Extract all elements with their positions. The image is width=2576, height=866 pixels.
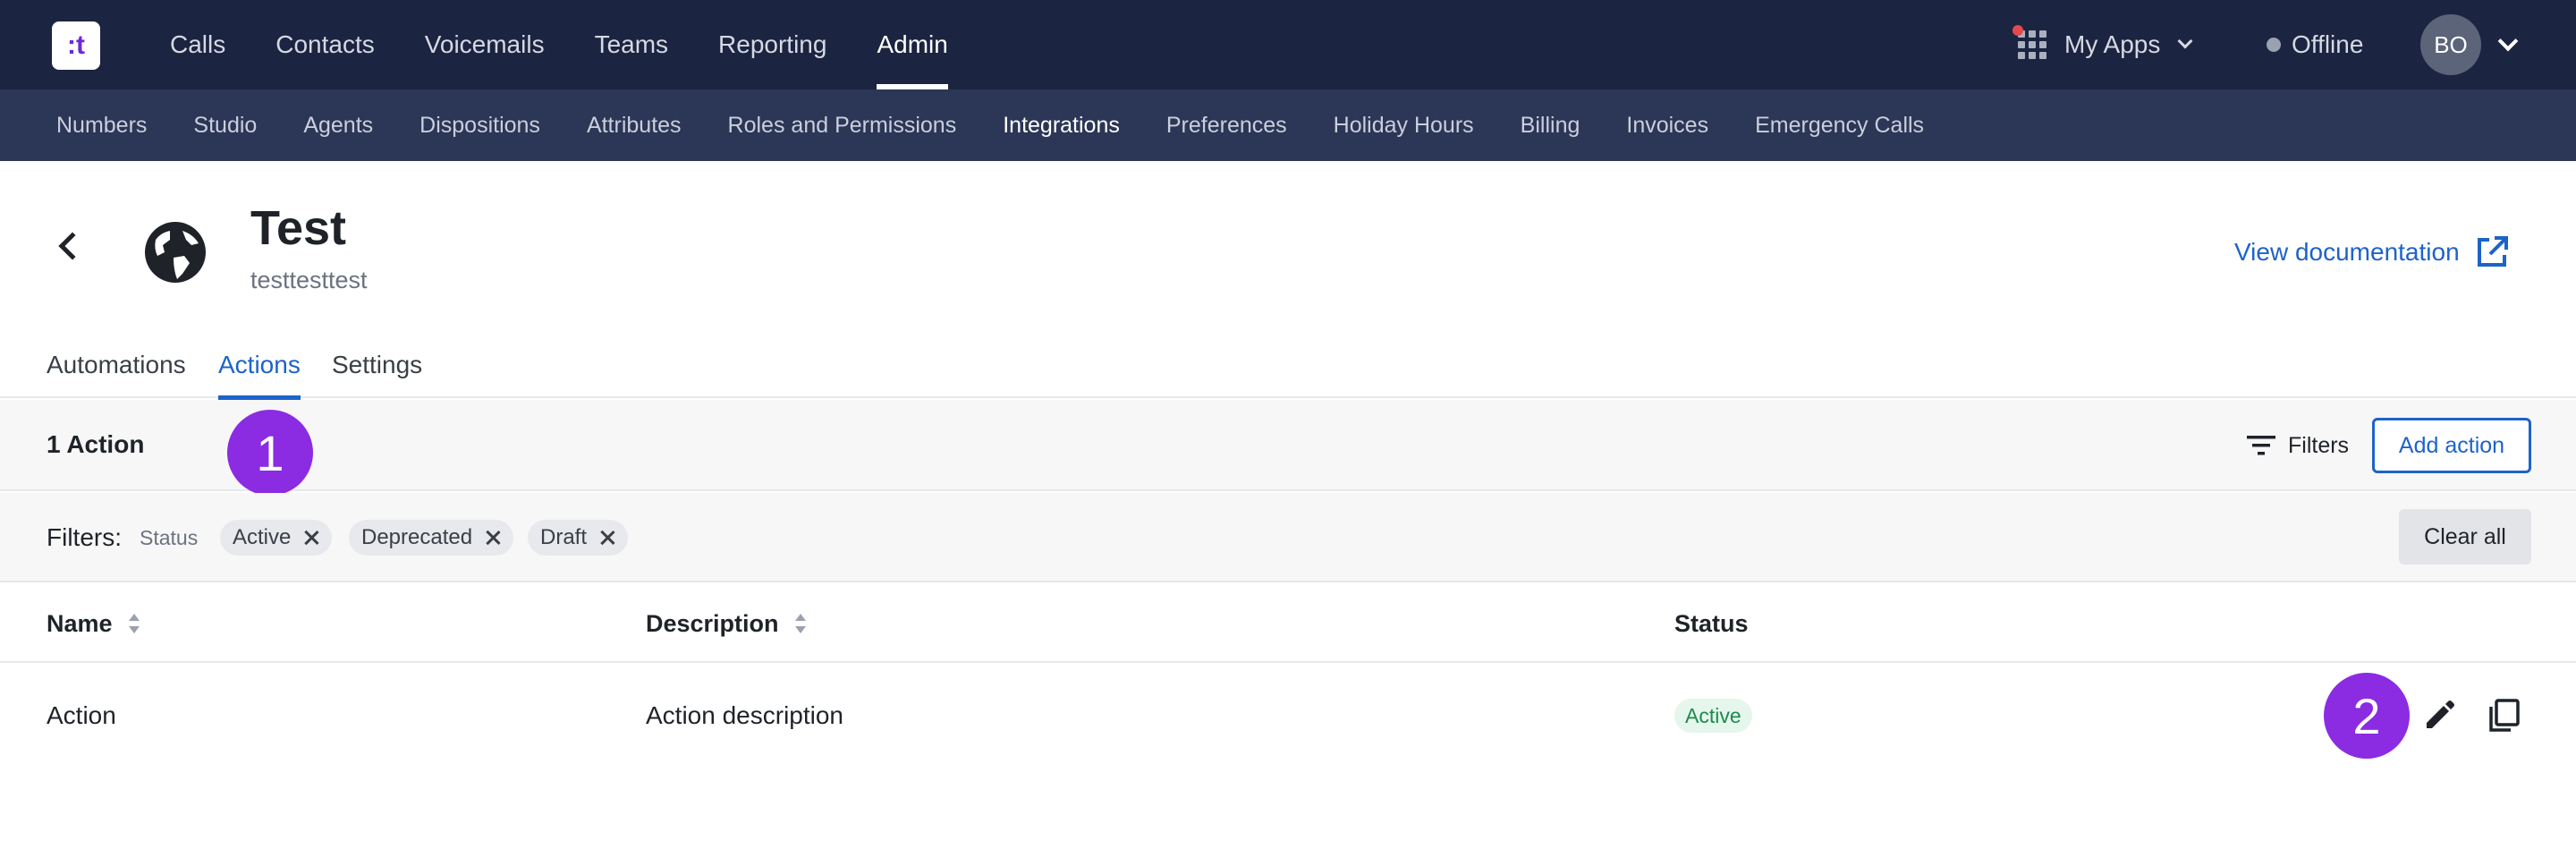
sub-nav-holiday-hours[interactable]: Holiday Hours [1310,89,1497,161]
table-header: Name Description Status [0,584,2576,663]
top-nav-voicemails[interactable]: Voicemails [400,0,570,89]
tab-bar: Automations Actions Settings [0,331,2576,400]
app-logo[interactable]: :t [52,21,100,70]
column-header-label: Description [646,609,779,637]
tab-automations[interactable]: Automations [47,331,186,398]
close-icon[interactable] [303,530,319,546]
column-header-label: Status [1674,609,1749,637]
top-nav-reporting[interactable]: Reporting [693,0,852,89]
cell-description: Action description [646,701,844,729]
top-nav-calls[interactable]: Calls [145,0,250,89]
filter-chip-deprecated[interactable]: Deprecated [349,520,514,556]
sub-nav-roles-permissions[interactable]: Roles and Permissions [705,89,980,161]
edit-pencil-icon[interactable] [2419,696,2459,735]
status-dot-icon [2267,38,2281,52]
sub-nav-studio[interactable]: Studio [170,89,280,161]
close-icon[interactable] [599,530,615,546]
view-documentation-label: View documentation [2234,238,2460,266]
notification-dot [2012,25,2023,36]
top-nav: Calls Contacts Voicemails Teams Reportin… [145,0,973,89]
apps-grid-icon [2012,25,2046,59]
top-nav-admin[interactable]: Admin [852,0,972,89]
view-documentation-link[interactable]: View documentation [2234,234,2510,270]
filter-chip-label: Deprecated [361,525,473,549]
globe-icon [145,222,206,283]
tab-settings[interactable]: Settings [332,331,422,398]
avatar[interactable]: BO [2420,14,2481,75]
close-icon[interactable] [485,530,501,546]
filter-group-label: Status [140,526,199,549]
page-title: Test [250,201,347,255]
clear-all-button[interactable]: Clear all [2399,509,2531,565]
sub-nav-dispositions[interactable]: Dispositions [396,89,564,161]
agent-status[interactable]: Offline [2267,0,2363,89]
top-bar: :t Calls Contacts Voicemails Teams Repor… [0,0,2576,89]
filter-chip-label: Draft [540,525,588,549]
annotation-badge-2: 2 [2324,673,2410,759]
annotation-badge-1: 1 [227,410,313,496]
filter-chip-label: Active [233,525,292,549]
sub-nav-numbers[interactable]: Numbers [33,89,170,161]
column-header-name[interactable]: Name [47,584,140,663]
filters-button[interactable]: Filters [2247,427,2349,464]
filters-button-label: Filters [2288,432,2350,458]
status-label: Offline [2292,30,2364,58]
sub-nav-agents[interactable]: Agents [280,89,396,161]
my-apps-label: My Apps [2064,30,2161,58]
duplicate-icon[interactable] [2484,696,2523,735]
table-row: Action Action description Active [0,665,2576,767]
page-subtitle: testtesttest [250,267,368,293]
sub-nav-preferences[interactable]: Preferences [1143,89,1310,161]
filter-icon [2247,436,2275,455]
filter-chip-active[interactable]: Active [220,520,333,556]
chevron-down-icon [2497,30,2519,52]
admin-sub-nav: Numbers Studio Agents Dispositions Attri… [0,89,2576,161]
my-apps-menu[interactable]: My Apps [2012,0,2193,89]
cell-name: Action [47,701,116,729]
column-header-status: Status [1674,584,1749,663]
sort-icon[interactable] [128,614,140,633]
external-link-icon [2477,236,2508,267]
avatar-menu-chevron[interactable] [2497,30,2519,53]
column-header-description[interactable]: Description [646,584,806,663]
back-arrow-icon[interactable] [58,232,87,260]
active-filters-row: Filters: Status Active Deprecated Draft … [0,493,2576,582]
top-nav-teams[interactable]: Teams [570,0,693,89]
sort-icon[interactable] [794,614,806,633]
top-nav-contacts[interactable]: Contacts [250,0,400,89]
sub-nav-billing[interactable]: Billing [1497,89,1604,161]
sub-nav-integrations[interactable]: Integrations [979,89,1143,161]
sub-nav-emergency-calls[interactable]: Emergency Calls [1732,89,1947,161]
column-header-label: Name [47,609,113,637]
tab-actions[interactable]: Actions [218,331,301,400]
filter-chip-draft[interactable]: Draft [528,520,629,556]
sub-nav-attributes[interactable]: Attributes [564,89,705,161]
add-action-button[interactable]: Add action [2372,418,2531,473]
sub-nav-invoices[interactable]: Invoices [1603,89,1732,161]
action-count: 1 Action [47,430,145,458]
chevron-down-icon [2177,33,2193,49]
action-bar: 1 Action Filters Add action [0,400,2576,491]
status-badge: Active [1674,699,1752,733]
filters-label: Filters: [47,523,122,551]
cell-status: Active [1674,665,1752,767]
